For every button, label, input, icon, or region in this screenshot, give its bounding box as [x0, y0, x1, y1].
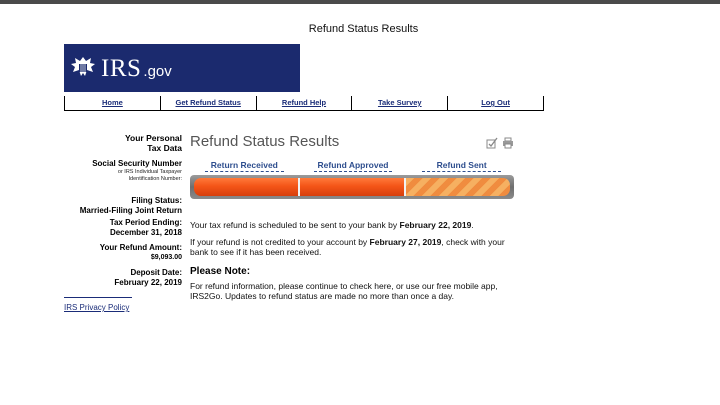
progress-segment-approved [300, 178, 404, 196]
top-navigation: Home Get Refund Status Refund Help Take … [64, 96, 544, 111]
page-title: Refund Status Results [308, 23, 419, 35]
logo-irs-text: IRS [101, 54, 142, 82]
toolbar-icons [486, 136, 514, 149]
nav-take-survey[interactable]: Take Survey [352, 96, 449, 110]
please-note-heading: Please Note: [190, 266, 251, 277]
step-refund-approved: Refund Approved [313, 160, 393, 172]
scheduled-message: Your tax refund is scheduled to be sent … [190, 220, 520, 230]
sidebar-divider [64, 297, 132, 298]
nav-log-out[interactable]: Log Out [448, 96, 543, 110]
refund-progress-bar [190, 175, 514, 199]
privacy-policy-link[interactable]: IRS Privacy Policy [64, 303, 129, 312]
deposit-date-label: Deposit Date: [130, 268, 182, 277]
personal-tax-data-sidebar: Your Personal Tax Data Social Security N… [64, 133, 182, 288]
irs-logo[interactable]: IRS .gov [64, 44, 300, 92]
results-heading: Refund Status Results [190, 133, 340, 150]
deposit-date-value: February 22, 2019 [114, 278, 182, 287]
refund-amount-label: Your Refund Amount: [99, 243, 182, 252]
top-bar [0, 0, 720, 4]
progress-segment-received [194, 178, 298, 196]
sidebar-heading-line1: Your Personal [125, 133, 182, 143]
nav-refund-help[interactable]: Refund Help [257, 96, 353, 110]
nav-get-refund-status[interactable]: Get Refund Status [161, 96, 257, 110]
step-return-received: Return Received [205, 160, 284, 172]
credit-text: If your refund is not credited to your a… [190, 237, 370, 247]
progress-step-labels: Return Received Refund Approved Refund S… [190, 160, 516, 172]
main-content: Refund Status Results [190, 133, 520, 151]
print-icon[interactable] [502, 136, 514, 149]
scheduled-text: Your tax refund is scheduled to be sent … [190, 220, 400, 230]
filing-status-value: Married-Filing Joint Return [79, 206, 182, 215]
nav-home[interactable]: Home [65, 96, 161, 110]
eagle-icon [71, 57, 95, 76]
step-refund-sent: Refund Sent [422, 160, 502, 172]
tax-period-value: December 31, 2018 [109, 228, 182, 237]
please-note-text: For refund information, please continue … [190, 281, 498, 301]
scheduled-end: . [471, 220, 474, 230]
filing-status-label: Filing Status: [131, 196, 182, 205]
tax-period-label: Tax Period Ending: [109, 218, 182, 227]
checklist-icon[interactable] [486, 136, 498, 149]
ssn-label: Social Security Number [92, 159, 182, 168]
refund-amount-value: $9,093.00 [150, 254, 182, 261]
progress-segment-sent [406, 178, 510, 196]
scheduled-date: February 22, 2019 [399, 220, 472, 230]
sidebar-heading-line2: Tax Data [147, 143, 182, 153]
credit-date: February 27, 2019 [369, 237, 442, 247]
logo-gov-text: .gov [143, 63, 172, 80]
credit-check-message: If your refund is not credited to your a… [190, 237, 520, 257]
